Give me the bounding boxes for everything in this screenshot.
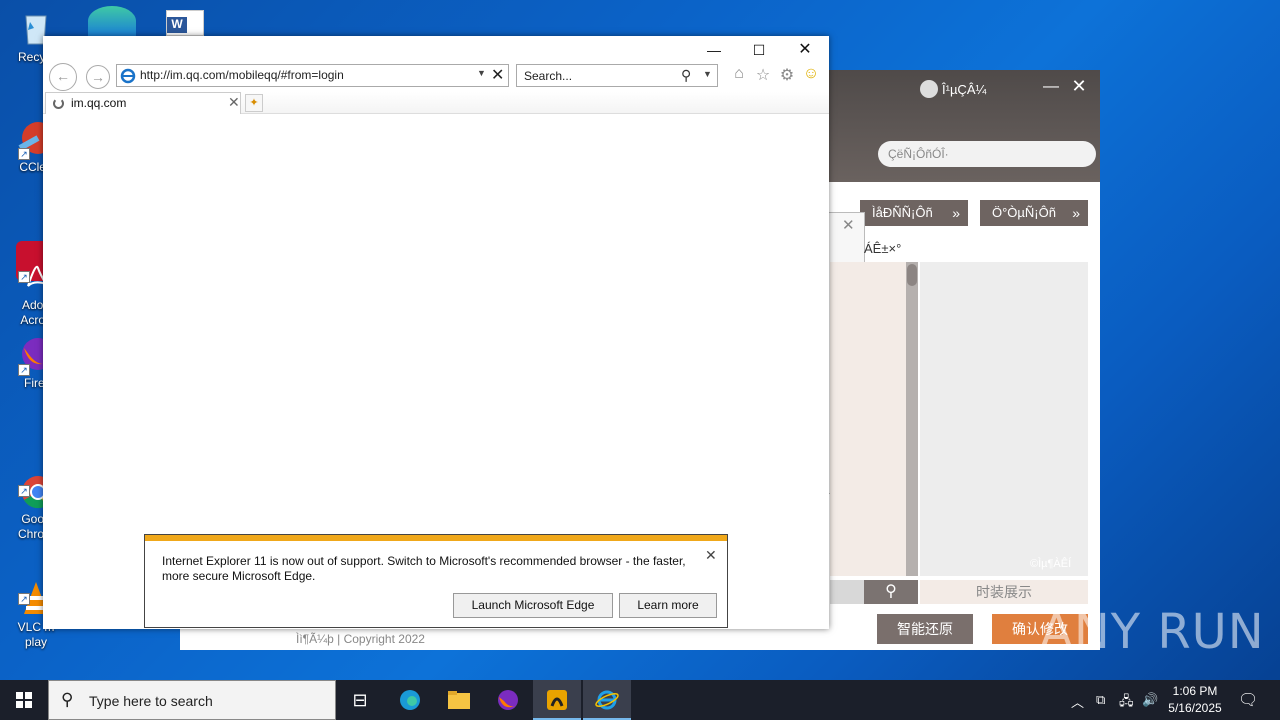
taskbar-search-placeholder: Type here to search — [89, 693, 213, 709]
qq-login-label: Î¹µÇÂ¼ — [942, 81, 987, 97]
search-icon[interactable]: ⚲ — [681, 67, 691, 84]
notification-text: Internet Explorer 11 is now out of suppo… — [162, 554, 686, 583]
search-box[interactable]: Search... ⚲ ▼ — [516, 64, 718, 87]
notification-center-icon[interactable]: 🗨 — [1238, 690, 1258, 710]
taskbar-search-box[interactable]: ⚲ Type here to search — [48, 680, 336, 720]
tab-close-icon[interactable]: ✕ — [228, 94, 240, 111]
device-icon[interactable]: ⧉ — [1096, 692, 1105, 708]
qq-search-button[interactable]: ⚲ — [864, 580, 918, 604]
notification-close-icon[interactable]: ✕ — [705, 547, 717, 564]
qq-show-label: 时装展示 — [920, 580, 1088, 604]
user-avatar-icon — [920, 80, 938, 98]
tab-im-qq[interactable]: im.qq.com ✕ — [45, 92, 241, 114]
qq-scrollbar[interactable] — [906, 262, 918, 576]
loading-spinner-icon — [53, 98, 64, 109]
shortcut-arrow-icon: ↗ — [18, 271, 30, 283]
qq-close-button[interactable]: ✕ — [1068, 76, 1090, 97]
qq-section-label: ÁÊ±×° — [864, 241, 902, 256]
gear-icon[interactable]: ⚙ — [777, 65, 797, 87]
clock[interactable]: 1:06 PM 5/16/2025 — [1160, 683, 1230, 717]
shortcut-arrow-icon: ↗ — [18, 148, 30, 160]
qq-preview-area — [920, 262, 1088, 576]
qq-watermark: ©Ìµ¶ÀÊÍ — [1030, 558, 1072, 570]
chevron-right-icon: » — [1072, 205, 1080, 221]
search-placeholder: Search... — [524, 69, 573, 83]
taskbar-qq-app-icon[interactable] — [533, 680, 581, 720]
feedback-smiley-icon[interactable]: ☺ — [801, 65, 821, 87]
favorites-star-icon[interactable]: ☆ — [753, 65, 773, 87]
address-dropdown-icon[interactable]: ▼ — [477, 68, 486, 78]
qq-minimize-button[interactable]: — — [1040, 78, 1062, 96]
shortcut-arrow-icon: ↗ — [18, 485, 30, 497]
search-icon: ⚲ — [61, 690, 74, 709]
new-tab-icon[interactable]: ✦ — [245, 94, 263, 112]
close-button[interactable]: ✕ — [790, 40, 820, 60]
close-icon[interactable]: ✕ — [842, 216, 855, 234]
network-icon[interactable]: 🖧 — [1119, 692, 1134, 714]
task-view-icon[interactable]: ⊟ — [336, 680, 384, 720]
ie-support-notification: Internet Explorer 11 is now out of suppo… — [144, 534, 728, 628]
minimize-button[interactable]: — — [699, 40, 729, 60]
word-document-icon[interactable]: W — [166, 10, 204, 36]
clock-time: 1:06 PM — [1172, 684, 1218, 698]
qq-scrollbar-thumb[interactable] — [907, 264, 917, 286]
qq-login-button[interactable]: Î¹µÇÂ¼ — [920, 80, 986, 98]
volume-icon[interactable]: 🔊 — [1142, 692, 1158, 708]
ie-titlebar[interactable]: — ☐ ✕ — [43, 36, 829, 62]
address-bar[interactable]: http://im.qq.com/mobileqq/#from=login ▼ … — [116, 64, 509, 87]
start-button[interactable] — [0, 680, 48, 720]
tab-strip: im.qq.com ✕ ✦ — [43, 92, 829, 114]
chevron-right-icon: » — [952, 205, 960, 221]
shortcut-arrow-icon: ↗ — [18, 593, 30, 605]
url-text: http://im.qq.com/mobileqq/#from=login — [140, 68, 344, 82]
shortcut-arrow-icon: ↗ — [18, 364, 30, 376]
anyrun-watermark: ANY RUN — [1040, 604, 1265, 660]
maximize-button[interactable]: ☐ — [744, 40, 774, 60]
qq-select-button-1[interactable]: ÌåÐÑÑ¡Ôñ » — [860, 200, 968, 226]
forward-button[interactable]: → — [86, 65, 110, 89]
chevron-up-icon[interactable]: ︿ — [1071, 692, 1084, 711]
taskbar-ie-icon[interactable] — [583, 680, 631, 720]
qq-search-input[interactable]: ÇëÑ¡ÔñÓÎ· — [878, 141, 1096, 167]
learn-more-button[interactable]: Learn more — [619, 593, 717, 618]
qq-copyright: Ìì¶Ã¼þ | Copyright 2022 — [296, 632, 425, 646]
edge-desktop-icon[interactable] — [88, 6, 136, 36]
qq-item-search[interactable] — [830, 580, 864, 604]
taskbar-edge-icon[interactable] — [386, 680, 434, 720]
notification-accent-bar — [145, 535, 727, 541]
windows-logo-icon — [16, 692, 32, 708]
qq-restore-button[interactable]: 智能还原 — [877, 614, 973, 644]
stop-icon[interactable]: ✕ — [491, 65, 504, 85]
launch-edge-button[interactable]: Launch Microsoft Edge — [453, 593, 613, 618]
qq-select-button-2[interactable]: Ö°ÒµÑ¡Ôñ » — [980, 200, 1088, 226]
qq-select-button-1-label: ÌåÐÑÑ¡Ôñ — [872, 205, 933, 220]
search-dropdown-icon[interactable]: ▼ — [703, 69, 712, 79]
qq-select-button-2-label: Ö°ÒµÑ¡Ôñ — [992, 205, 1056, 220]
home-icon[interactable]: ⌂ — [729, 65, 749, 87]
taskbar: ⚲ Type here to search ⊟ ︿ ⧉ 🖧 🔊 1:06 PM … — [0, 680, 1280, 720]
back-button[interactable]: ← — [49, 63, 77, 91]
taskbar-firefox-icon[interactable] — [484, 680, 532, 720]
ie-page-icon — [120, 68, 136, 84]
taskbar-file-explorer-icon[interactable] — [435, 680, 483, 720]
tab-title: im.qq.com — [71, 96, 127, 110]
ie-navbar: ← → http://im.qq.com/mobileqq/#from=logi… — [43, 62, 829, 92]
clock-date: 5/16/2025 — [1168, 701, 1222, 715]
qq-item-list[interactable] — [830, 262, 906, 576]
search-icon: ⚲ — [885, 583, 897, 600]
